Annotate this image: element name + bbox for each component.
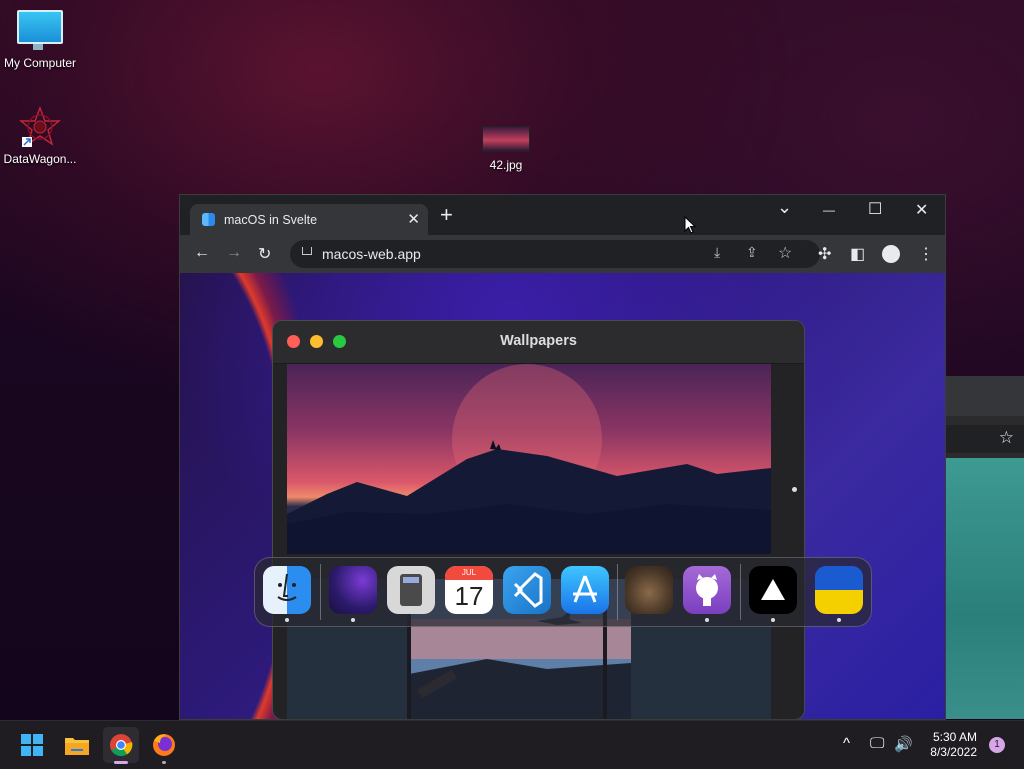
- vscode-icon[interactable]: [503, 566, 551, 614]
- running-indicator: [705, 618, 709, 622]
- firefox-icon[interactable]: [146, 727, 182, 764]
- back-icon[interactable]: ←: [194, 244, 210, 262]
- reload-icon[interactable]: ↻: [258, 244, 271, 264]
- tab-title: macOS in Svelte: [224, 213, 318, 227]
- running-indicator: [285, 618, 289, 622]
- url-text: macos-web.app: [322, 246, 421, 262]
- browser-toolbar: ← → ↻ macos-web.app ⤓ ⇪ ☆ ✣ ◧ ⋮: [180, 235, 945, 273]
- volume-icon[interactable]: 🔊: [894, 735, 913, 753]
- favicon-icon: [202, 213, 215, 226]
- show-hidden-icons-chevron[interactable]: ^: [843, 735, 850, 752]
- calendar-month: JUL: [445, 566, 493, 580]
- web-page-viewport: Wallpapers: [180, 273, 945, 719]
- desktop-icon-label: DataWagon...: [3, 152, 77, 166]
- running-indicator: [162, 761, 166, 764]
- cat-icon[interactable]: [625, 566, 673, 614]
- start-button[interactable]: [14, 727, 50, 763]
- image-thumbnail-icon: [482, 126, 530, 152]
- calendar-icon[interactable]: JUL 17: [445, 566, 493, 614]
- background-browser-window[interactable]: ☆: [944, 376, 1024, 719]
- macos-dock: JUL 17: [254, 557, 872, 627]
- forward-icon[interactable]: →: [226, 244, 242, 262]
- tab-macos-in-svelte[interactable]: macOS in Svelte ✕: [190, 204, 428, 235]
- close-button[interactable]: ✕: [915, 200, 928, 220]
- wallpapers-titlebar[interactable]: Wallpapers: [273, 321, 804, 364]
- wallpapers-title: Wallpapers: [500, 333, 577, 349]
- calendar-day: 17: [454, 581, 484, 611]
- datawagon-icon: [18, 106, 62, 147]
- running-indicator: [837, 618, 841, 622]
- background-window-content: [944, 458, 1024, 719]
- finder-icon[interactable]: [263, 566, 311, 614]
- desktop-icon-my-computer[interactable]: My Computer: [0, 10, 80, 70]
- running-indicator: [351, 618, 355, 622]
- wallpaper-thumbnail-wolf[interactable]: [287, 364, 771, 554]
- clock[interactable]: 5:30 AM 8/3/2022: [930, 730, 977, 760]
- chrome-icon[interactable]: [103, 727, 139, 764]
- desktop-icon-label: 42.jpg: [489, 158, 523, 172]
- extensions-icon[interactable]: ✣: [818, 244, 831, 264]
- menu-icon[interactable]: ⋮: [918, 244, 934, 264]
- scroll-indicator[interactable]: [792, 487, 797, 492]
- tab-search-button[interactable]: ⌄: [777, 197, 792, 218]
- install-app-icon[interactable]: ⤓: [714, 244, 720, 261]
- github-icon[interactable]: [683, 566, 731, 614]
- minimize-button[interactable]: —: [823, 203, 835, 217]
- new-tab-button[interactable]: +: [440, 204, 453, 226]
- dock-separator: [617, 564, 618, 620]
- running-indicator: [771, 618, 775, 622]
- notification-badge[interactable]: 1: [989, 737, 1005, 753]
- wallpapers-icon[interactable]: [329, 566, 377, 614]
- appstore-icon[interactable]: [561, 566, 609, 614]
- calculator-icon[interactable]: [387, 566, 435, 614]
- tab-strip: macOS in Svelte ✕ + ⌄ — ☐ ✕: [180, 195, 945, 235]
- desktop-icon-42jpg[interactable]: 42.jpg: [466, 126, 546, 172]
- taskbar: ^ 🖵 🔊 5:30 AM 8/3/2022 1: [0, 720, 1024, 769]
- network-icon[interactable]: 🖵: [870, 735, 884, 752]
- bookmark-star-icon[interactable]: ☆: [778, 243, 792, 263]
- dock-separator: [320, 564, 321, 620]
- browser-window: macOS in Svelte ✕ + ⌄ — ☐ ✕ ← → ↻ macos-…: [179, 194, 946, 720]
- vercel-icon[interactable]: [749, 566, 797, 614]
- profile-avatar[interactable]: [882, 245, 900, 263]
- background-window-titlebar[interactable]: [944, 376, 1024, 416]
- computer-icon: [17, 10, 63, 50]
- share-icon[interactable]: ⇪: [746, 244, 758, 261]
- desktop-icon-label: My Computer: [3, 56, 77, 70]
- dock-separator: [740, 564, 741, 620]
- background-window-addressbar[interactable]: ☆: [944, 425, 1024, 453]
- wallpapers-window: Wallpapers: [272, 320, 805, 719]
- active-app-indicator: [114, 761, 128, 764]
- file-explorer-icon[interactable]: [59, 727, 95, 763]
- desktop-icon-datawagon[interactable]: DataWagon...: [0, 106, 80, 166]
- tab-close-icon[interactable]: ✕: [407, 210, 420, 228]
- address-bar[interactable]: macos-web.app ⤓ ⇪ ☆: [290, 240, 820, 268]
- mouse-cursor-icon: [684, 216, 696, 234]
- clock-time: 5:30 AM: [932, 730, 977, 744]
- maximize-button[interactable]: ☐: [868, 199, 882, 219]
- ukraine-flag-icon[interactable]: [815, 566, 863, 614]
- star-icon[interactable]: ☆: [999, 428, 1014, 448]
- side-panel-icon[interactable]: ◧: [850, 244, 865, 264]
- lock-icon: [302, 247, 312, 255]
- clock-date: 8/3/2022: [930, 745, 977, 759]
